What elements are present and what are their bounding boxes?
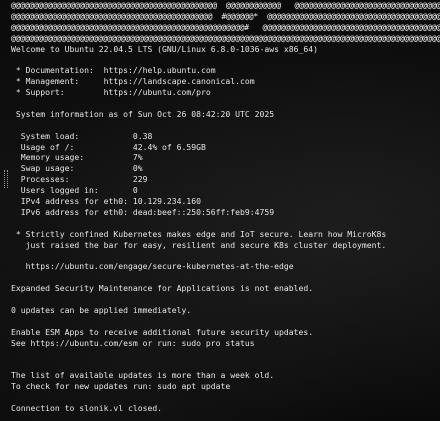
apt-update-hint-line: To check for new updates run: sudo apt u… <box>11 381 231 392</box>
connection-closed-line: Connection to slonik.vl closed. <box>11 402 163 413</box>
resize-handle[interactable] <box>4 170 8 188</box>
ascii-banner-line: @@@@@@@@@@@@@@@@@@@@@@@@@@@@@@@@@@@@@@@@… <box>11 0 440 10</box>
esm-apps-line: Enable ESM Apps to receive additional fu… <box>11 326 314 337</box>
ipv4-address-line: IPv4 address for eth0: 10.129.234.160 <box>11 196 202 207</box>
esm-link-line: See https://ubuntu.com/esm or run: sudo … <box>11 337 255 348</box>
updates-stale-line: The list of available updates is more th… <box>11 370 275 381</box>
system-load-line: System load: 0.38 <box>11 130 153 141</box>
ipv6-address-line: IPv6 address for eth0: dead:beef::250:56… <box>11 206 275 217</box>
system-info-header: System information as of Sun Oct 26 08:4… <box>11 108 275 119</box>
updates-count-line: 0 updates can be applied immediately. <box>11 304 192 315</box>
ascii-banner-line: @@@@@@@@@@@@@@@@@@@@@@@@@@@@@@@@@@@@@@@@… <box>11 21 440 32</box>
ascii-banner-line: @@@@@@@@@@@@@@@@@@@@@@@@@@@@@@@@@@@@@@@@… <box>11 32 440 43</box>
kubernetes-notice-line: * Strictly confined Kubernetes makes edg… <box>11 228 387 239</box>
terminal-window[interactable]: @@@@@@@@@@@@@@@@@@@@@@@@@@@@@@@@@@@@@@@@… <box>0 0 440 421</box>
ascii-banner-line: @@@@@@@@@@@@@@@@@@@@@@@@@@@@@@@@@@@@@@@@… <box>11 10 440 21</box>
welcome-message: Welcome to Ubuntu 22.04.5 LTS (GNU/Linux… <box>11 43 318 54</box>
documentation-link-line: * Documentation: https://help.ubuntu.com <box>11 65 216 76</box>
support-link-line: * Support: https://ubuntu.com/pro <box>11 87 211 98</box>
esm-status-line: Expanded Security Maintenance for Applic… <box>11 283 314 294</box>
terminal-output: @@@@@@@@@@@@@@@@@@@@@@@@@@@@@@@@@@@@@@@@… <box>11 0 440 414</box>
kubernetes-notice-line: just raised the bar for easy, resilient … <box>11 239 387 250</box>
memory-usage-line: Memory usage: 7% <box>11 152 143 163</box>
kubernetes-link-line: https://ubuntu.com/engage/secure-kuberne… <box>11 261 294 272</box>
swap-usage-line: Swap usage: 0% <box>11 163 143 174</box>
management-link-line: * Management: https://landscape.canonica… <box>11 76 255 87</box>
disk-usage-line: Usage of /: 42.4% of 6.59GB <box>11 141 206 152</box>
processes-line: Processes: 229 <box>11 174 148 185</box>
users-logged-in-line: Users logged in: 0 <box>11 185 138 196</box>
